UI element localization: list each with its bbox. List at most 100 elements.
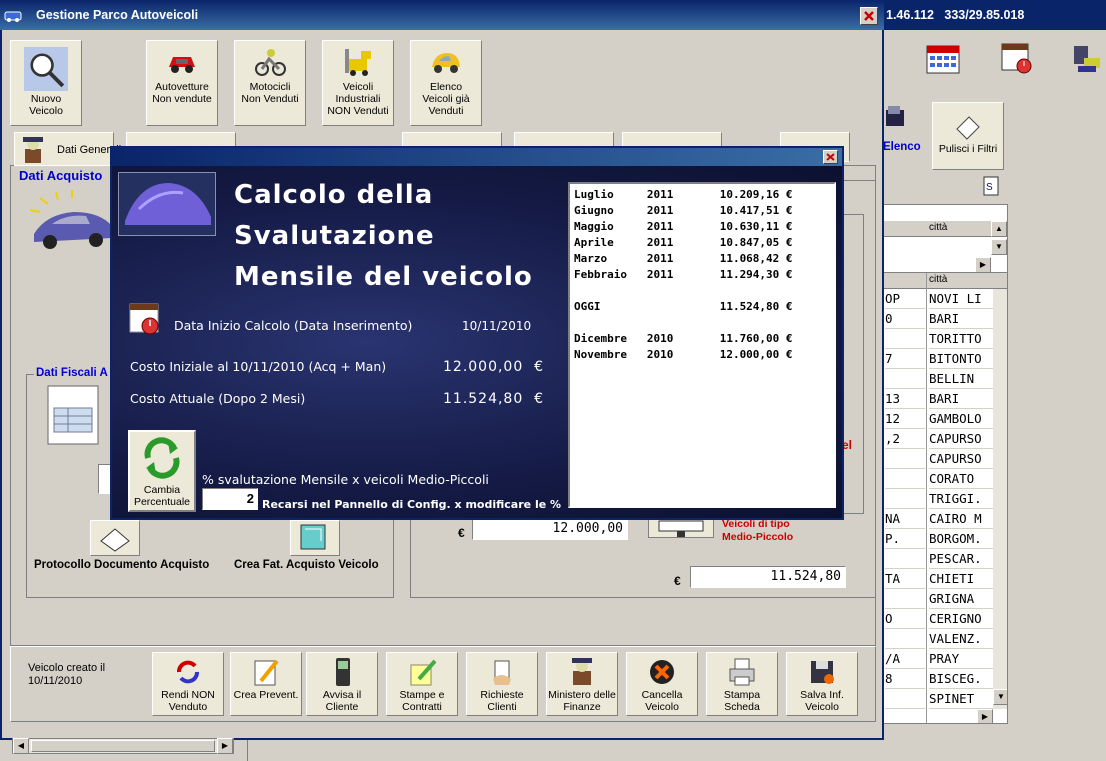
- start-date-value: 10/11/2010: [462, 319, 532, 333]
- unsold-industrial-button[interactable]: Veicoli Industriali NON Venduti: [322, 40, 394, 126]
- grid-cell-city[interactable]: CHIETI: [929, 569, 993, 589]
- scroll-down-button-main[interactable]: ▼: [993, 689, 1007, 705]
- grid-cell-left[interactable]: OP: [885, 289, 925, 309]
- print-sheet-button[interactable]: Stampa Scheda: [706, 652, 778, 716]
- clear-filters-button[interactable]: Pulisci i Filtri: [932, 102, 1004, 170]
- depreciation-list-row[interactable]: Giugno 2011 10.417,51 €: [574, 203, 834, 219]
- depreciation-list-row[interactable]: Luglio 2011 10.209,16 €: [574, 187, 834, 203]
- grid-cell-left[interactable]: /A: [885, 649, 925, 669]
- calendar-icon[interactable]: [926, 42, 960, 74]
- save-vehicle-button[interactable]: Salva Inf. Veicolo: [786, 652, 858, 716]
- grid-cell-city[interactable]: PRAY: [929, 649, 993, 669]
- depreciation-list-row[interactable]: OGGI 11.524,80 €: [574, 299, 834, 315]
- grid-cell-city[interactable]: BISCEG.: [929, 669, 993, 689]
- grid-cell-left[interactable]: 12: [885, 409, 925, 429]
- prints-contracts-button[interactable]: Stampe e Contratti: [386, 652, 458, 716]
- scroll-down-button[interactable]: ▼: [991, 239, 1007, 255]
- unsold-motorcycles-button[interactable]: Motocicli Non Venduti: [234, 40, 306, 126]
- grid-cell-city[interactable]: BARI: [929, 309, 993, 329]
- depreciation-list-row[interactable]: Maggio 2011 10.630,11 €: [574, 219, 834, 235]
- prints-contracts-label: Stampe e Contratti: [399, 689, 445, 713]
- grid-cell-left[interactable]: [885, 589, 925, 609]
- grid-cell-city[interactable]: SPINET: [929, 689, 993, 709]
- client-requests-button[interactable]: Richieste Clienti: [466, 652, 538, 716]
- grid-cell-city[interactable]: TORITTO: [929, 329, 993, 349]
- grid-cell-left[interactable]: 7: [885, 349, 925, 369]
- notify-client-button[interactable]: Avvisa il Cliente: [306, 652, 378, 716]
- grid-cell-left[interactable]: O: [885, 609, 925, 629]
- grid-cell-left[interactable]: [885, 469, 925, 489]
- mark-unsold-button[interactable]: Rendi NON Venduto: [152, 652, 224, 716]
- grid-cell-left[interactable]: [885, 329, 925, 349]
- popup-close-button[interactable]: [823, 150, 838, 164]
- depreciation-list-row[interactable]: Febbraio 2011 11.294,30 €: [574, 267, 834, 283]
- elenco-filter-label[interactable]: Elenco: [883, 141, 921, 153]
- grid-cell-left[interactable]: TA: [885, 569, 925, 589]
- depreciation-list-row[interactable]: [574, 283, 834, 299]
- new-vehicle-button[interactable]: Nuovo Veicolo: [10, 40, 82, 126]
- window-close-button[interactable]: [860, 7, 878, 25]
- grid-cell-city[interactable]: TRIGGI.: [929, 489, 993, 509]
- delete-vehicle-button[interactable]: Cancella Veicolo: [626, 652, 698, 716]
- depreciation-list-row[interactable]: Marzo 2011 11.068,42 €: [574, 251, 834, 267]
- sold-vehicles-list-button[interactable]: Elenco Veicoli già Venduti: [410, 40, 482, 126]
- grid-cell-city[interactable]: GRIGNA: [929, 589, 993, 609]
- depreciation-list-row[interactable]: Novembre 2010 12.000,00 €: [574, 347, 834, 363]
- grid-cell-left[interactable]: [885, 549, 925, 569]
- grid-cell-city[interactable]: CAPURSO: [929, 449, 993, 469]
- grid-cell-left[interactable]: 13: [885, 389, 925, 409]
- change-percentage-button[interactable]: Cambia Percentuale: [128, 430, 196, 512]
- cost-field-1[interactable]: 12.000,00: [472, 518, 628, 540]
- scroll-right-button-main[interactable]: ▶: [977, 709, 993, 723]
- mark-unsold-label: Rendi NON Venduto: [161, 689, 215, 713]
- protocol-icon[interactable]: [90, 520, 140, 556]
- grid-cell-city[interactable]: BELLIN: [929, 369, 993, 389]
- tab-dati-generali[interactable]: Dati Generali: [14, 132, 121, 166]
- finance-ministry-label: Ministero delle Finanze: [548, 689, 616, 713]
- scroll-up-button[interactable]: ▲: [991, 221, 1007, 237]
- depreciation-list-row[interactable]: [574, 315, 834, 331]
- grid-cell-city[interactable]: CAIRO M: [929, 509, 993, 529]
- grid-cell-left[interactable]: [885, 369, 925, 389]
- tools-icon[interactable]: [1070, 42, 1106, 76]
- person-icon: [572, 658, 592, 685]
- grid-cell-city[interactable]: PESCAR.: [929, 549, 993, 569]
- grid-cell-city[interactable]: BITONTO: [929, 349, 993, 369]
- red-car-icon: [169, 57, 195, 73]
- grid-cell-left[interactable]: ,2: [885, 429, 925, 449]
- grid-cell-city[interactable]: CAPURSO: [929, 429, 993, 449]
- create-estimate-button[interactable]: Crea Prevent.: [230, 652, 302, 716]
- close-icon: [826, 153, 835, 161]
- depreciation-list-row[interactable]: Aprile 2011 10.847,05 €: [574, 235, 834, 251]
- calendar-clock-icon[interactable]: [1000, 42, 1034, 74]
- scroll-right-button[interactable]: ▶: [975, 257, 991, 273]
- grid-cell-city[interactable]: GAMBOLO: [929, 409, 993, 429]
- vertical-scrollbar[interactable]: [993, 289, 1007, 709]
- grid-cell-city[interactable]: VALENZ.: [929, 629, 993, 649]
- background-header-bar: 1.46.112 333/29.85.018: [880, 0, 1106, 30]
- grid-cell-left[interactable]: [885, 689, 925, 709]
- grid-cell-left[interactable]: 0: [885, 309, 925, 329]
- grid-cell-city[interactable]: BORGOM.: [929, 529, 993, 549]
- cost-field-2[interactable]: 11.524,80: [690, 566, 846, 588]
- grid-cell-left[interactable]: P.: [885, 529, 925, 549]
- excel-icon[interactable]: S: [982, 176, 1000, 196]
- grid-cell-left[interactable]: NA: [885, 509, 925, 529]
- magnifier-icon: [24, 47, 68, 91]
- grid-cell-left[interactable]: [885, 489, 925, 509]
- grid-cell-left[interactable]: [885, 449, 925, 469]
- close-icon: [864, 11, 874, 21]
- grid-cell-left[interactable]: 8: [885, 669, 925, 689]
- grid-cell-city[interactable]: CORATO: [929, 469, 993, 489]
- grid-cell-city[interactable]: BARI: [929, 389, 993, 409]
- create-invoice-icon[interactable]: [290, 520, 340, 556]
- grid-cell-city[interactable]: NOVI LI: [929, 289, 993, 309]
- percent-input[interactable]: 2: [202, 488, 258, 510]
- document-pencil-icon: [410, 659, 437, 686]
- finance-ministry-button[interactable]: Ministero delle Finanze: [546, 652, 618, 716]
- unsold-cars-button[interactable]: Autovetture Non vendute: [146, 40, 218, 126]
- grid-cell-city[interactable]: CERIGNO: [929, 609, 993, 629]
- config-note: Recarsi nel Pannello di Config. x modifi…: [262, 498, 562, 511]
- grid-cell-left[interactable]: [885, 629, 925, 649]
- depreciation-list-row[interactable]: Dicembre 2010 11.760,00 €: [574, 331, 834, 347]
